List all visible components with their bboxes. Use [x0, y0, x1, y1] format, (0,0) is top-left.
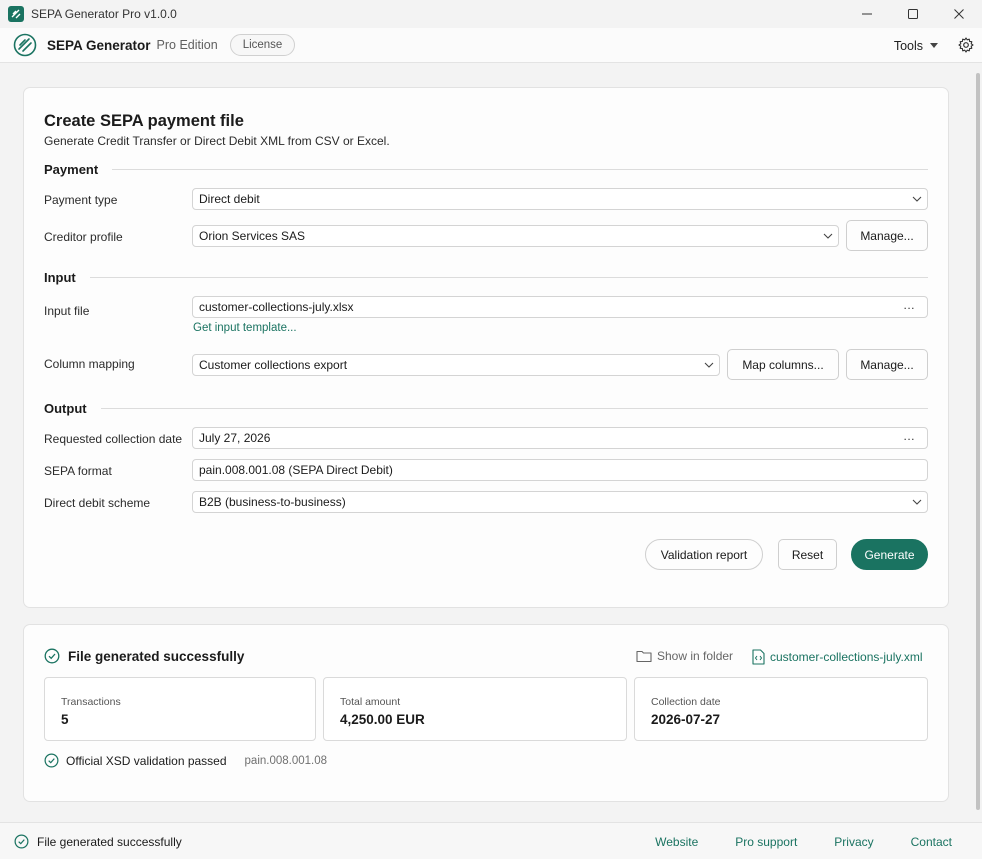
input-section-header: Input [44, 269, 928, 285]
status-text: File generated successfully [37, 834, 182, 849]
input-template-link[interactable]: Get input template... [193, 322, 297, 334]
stat-value: 5 [61, 712, 69, 727]
payment-type-label: Payment type [44, 193, 118, 207]
creditor-profile-value: Orion Services SAS [199, 229, 306, 243]
sepa-format-value: pain.008.001.08 (SEPA Direct Debit) [199, 463, 393, 477]
generate-button[interactable]: Generate [851, 539, 928, 570]
privacy-link[interactable]: Privacy [834, 835, 873, 849]
chevron-down-icon [823, 233, 833, 239]
generated-file-name: customer-collections-july.xml [770, 650, 923, 664]
page-title: Create SEPA payment file [44, 112, 244, 130]
section-title: Input [44, 269, 76, 285]
xml-file-icon [752, 649, 765, 665]
stat-label: Total amount [340, 696, 401, 708]
check-circle-icon [44, 753, 59, 768]
title-bar: SEPA Generator Pro v1.0.0 [0, 0, 982, 28]
status-bar: File generated successfully Website Pro … [0, 822, 982, 859]
output-section-header: Output [44, 400, 928, 416]
section-title: Payment [44, 161, 99, 177]
manage-creditor-button[interactable]: Manage... [846, 220, 928, 251]
close-icon[interactable] [936, 0, 982, 28]
date-picker-button[interactable]: ... [903, 429, 915, 443]
edition-label: Pro Edition [156, 38, 218, 52]
xsd-status-text: Official XSD validation passed [66, 753, 227, 768]
contact-link[interactable]: Contact [911, 835, 952, 849]
scheme-value: B2B (business-to-business) [199, 495, 346, 509]
footer-links: Website Pro support Privacy Contact [618, 823, 952, 859]
page-subtitle: Generate Credit Transfer or Direct Debit… [44, 134, 390, 148]
brand-name: SEPA Generator [47, 37, 151, 53]
reset-button[interactable]: Reset [778, 539, 837, 570]
window-title: SEPA Generator Pro v1.0.0 [31, 7, 177, 21]
stat-label: Collection date [651, 696, 721, 708]
generated-file-link[interactable]: customer-collections-july.xml [752, 649, 922, 665]
input-file-field[interactable]: customer-collections-july.xlsx ... [192, 296, 928, 318]
chevron-down-icon [912, 196, 922, 202]
validation-report-button[interactable]: Validation report [645, 539, 763, 570]
input-file-value: customer-collections-july.xlsx [199, 300, 354, 314]
column-mapping-select[interactable]: Customer collections export [192, 354, 720, 376]
section-divider [100, 407, 928, 409]
check-circle-icon [44, 648, 60, 664]
collection-date-value: July 27, 2026 [199, 431, 271, 445]
stat-label: Transactions [61, 696, 121, 708]
creditor-profile-label: Creditor profile [44, 230, 123, 244]
column-mapping-label: Column mapping [44, 357, 135, 371]
sepa-format-field[interactable]: pain.008.001.08 (SEPA Direct Debit) [192, 459, 928, 481]
chevron-down-icon [930, 43, 938, 48]
payment-type-value: Direct debit [199, 192, 260, 206]
stat-collection-date: Collection date 2026-07-27 [634, 677, 928, 741]
collection-date-label: Requested collection date [44, 432, 183, 446]
payment-type-select[interactable]: Direct debit [192, 188, 928, 210]
input-file-label: Input file [44, 304, 90, 318]
folder-icon [636, 650, 652, 663]
stat-transactions: Transactions 5 [44, 677, 316, 741]
app-header: SEPA Generator Pro Edition License Tools [0, 28, 982, 63]
maximize-icon[interactable] [890, 0, 936, 28]
xsd-validation-status: Official XSD validation passed pain.008.… [44, 753, 327, 768]
stat-value: 2026-07-27 [651, 712, 721, 727]
sepa-format-label: SEPA format [44, 464, 112, 478]
chevron-down-icon [704, 362, 714, 368]
scheme-select[interactable]: B2B (business-to-business) [192, 491, 928, 513]
browse-file-button[interactable]: ... [903, 298, 915, 312]
create-form-card: Create SEPA payment file Generate Credit… [23, 87, 949, 608]
stat-value: 4,250.00 EUR [340, 712, 425, 727]
show-in-folder-label: Show in folder [657, 649, 734, 663]
map-columns-button[interactable]: Map columns... [727, 349, 839, 380]
column-mapping-value: Customer collections export [199, 358, 348, 372]
scheme-label: Direct debit scheme [44, 496, 151, 510]
show-in-folder-button[interactable]: Show in folder [636, 649, 733, 663]
pro-support-link[interactable]: Pro support [735, 835, 797, 849]
tools-menu-label: Tools [893, 38, 923, 53]
website-link[interactable]: Website [655, 835, 698, 849]
check-circle-icon [14, 834, 29, 849]
gear-icon[interactable] [958, 37, 974, 53]
stat-total-amount: Total amount 4,250.00 EUR [323, 677, 627, 741]
status-message: File generated successfully [14, 823, 182, 859]
section-divider [89, 276, 928, 278]
payment-section-header: Payment [44, 161, 928, 177]
result-header: File generated successfully [44, 648, 244, 664]
section-divider [112, 168, 928, 170]
result-title: File generated successfully [68, 648, 245, 664]
manage-mapping-button[interactable]: Manage... [846, 349, 928, 380]
result-card: File generated successfully Show in fold… [23, 624, 949, 802]
tools-menu[interactable]: Tools [894, 28, 938, 63]
license-button[interactable]: License [229, 34, 296, 56]
minimize-icon[interactable] [844, 0, 890, 28]
chevron-down-icon [912, 499, 922, 505]
xsd-format: pain.008.001.08 [244, 754, 328, 767]
collection-date-field[interactable]: July 27, 2026 ... [192, 427, 928, 449]
creditor-profile-select[interactable]: Orion Services SAS [192, 225, 839, 247]
app-icon [8, 6, 24, 22]
section-title: Output [44, 400, 87, 416]
logo-icon [13, 33, 37, 57]
content-area: Create SEPA payment file Generate Credit… [0, 63, 982, 822]
vertical-scrollbar[interactable] [976, 73, 980, 810]
